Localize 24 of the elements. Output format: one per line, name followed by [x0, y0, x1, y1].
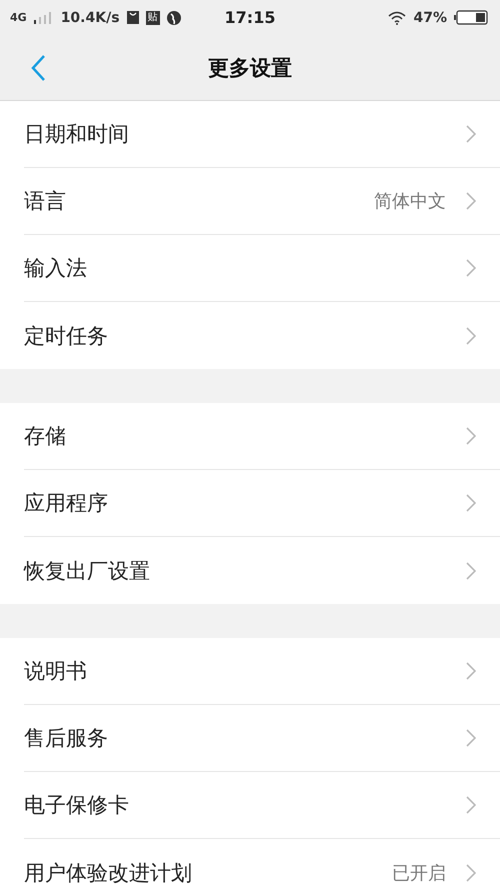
- chevron-icon: [466, 796, 476, 814]
- chevron-icon: [466, 729, 476, 747]
- app-notification-icon: 贴: [146, 10, 160, 24]
- chevron-icon: [466, 125, 476, 143]
- chevron-icon: [466, 864, 476, 882]
- chevron-icon: [466, 192, 476, 210]
- battery-icon: [454, 10, 488, 25]
- chevron-icon: [466, 662, 476, 680]
- chevron-icon: [466, 562, 476, 580]
- bag-icon: [126, 11, 139, 24]
- page-title: 更多设置: [208, 54, 292, 82]
- wifi-icon: [388, 10, 406, 24]
- signal-icon: [34, 12, 54, 24]
- battery-percent: 47%: [413, 10, 447, 26]
- chevron-icon: [466, 427, 476, 445]
- chevron-icon: [466, 494, 476, 512]
- network-type: 4G: [10, 11, 27, 24]
- globe-icon: [166, 10, 181, 24]
- network-speed: 10.4K/s: [60, 10, 120, 26]
- chevron-icon: [466, 259, 476, 277]
- setting-value: 简体中文: [374, 190, 446, 213]
- clock-time: 17:15: [224, 8, 276, 27]
- chevron-icon: [466, 326, 476, 344]
- setting-value: 已开启: [392, 862, 446, 884]
